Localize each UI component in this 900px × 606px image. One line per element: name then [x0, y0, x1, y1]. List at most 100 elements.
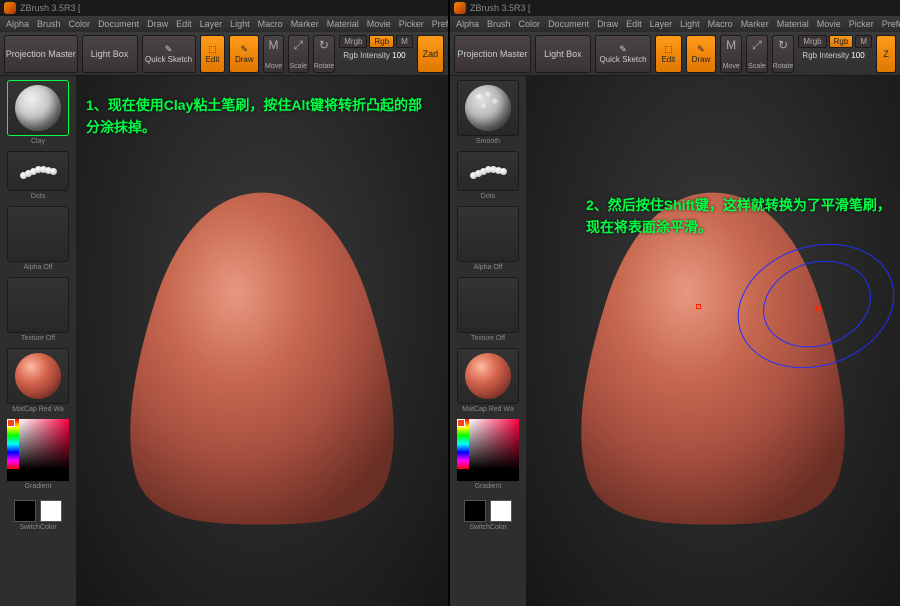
quick-sketch-button[interactable]: ✎ Quick Sketch [142, 35, 196, 73]
matcap-red-icon [465, 353, 511, 399]
menu-alpha[interactable]: Alpha [6, 19, 29, 29]
rgb-mode-group: Mrgb Rgb M Rgb Intensity 100 [798, 35, 872, 73]
switchcolor-label[interactable]: SwitchColor [19, 524, 56, 531]
z-button[interactable]: Z [876, 35, 896, 73]
rotate-button[interactable]: ↻ Rotate [313, 35, 336, 73]
gradient-label[interactable]: Gradient [475, 483, 502, 490]
projection-master-button[interactable]: Projection Master [454, 35, 531, 73]
menu-macro[interactable]: Macro [258, 19, 283, 29]
draw-button[interactable]: ✎ Draw [229, 35, 259, 73]
menu-movie[interactable]: Movie [817, 19, 841, 29]
dots-stroke-icon [13, 161, 63, 181]
menu-light[interactable]: Light [680, 19, 700, 29]
rgb-mode-group: Mrgb Rgb M Rgb Intensity 100 [339, 35, 413, 73]
brush-slot[interactable] [7, 80, 69, 136]
menu-movie[interactable]: Movie [367, 19, 391, 29]
texture-slot[interactable] [457, 277, 519, 333]
menu-preferences[interactable]: Preferences [432, 19, 448, 29]
brush-label: Smooth [476, 138, 500, 145]
mrgb-button[interactable]: Mrgb [339, 35, 367, 48]
pencil-icon: ✎ [165, 44, 173, 55]
menu-material[interactable]: Material [777, 19, 809, 29]
rgb-intensity-label[interactable]: Rgb Intensity 100 [339, 50, 413, 61]
menu-alpha[interactable]: Alpha [456, 19, 479, 29]
switchcolor-label[interactable]: SwitchColor [469, 524, 506, 531]
menu-draw[interactable]: Draw [597, 19, 618, 29]
texture-label: Texture Off [471, 335, 505, 342]
swatch-row [457, 500, 519, 522]
swatch-black[interactable] [14, 500, 36, 522]
menu-draw[interactable]: Draw [147, 19, 168, 29]
menu-edit[interactable]: Edit [176, 19, 192, 29]
edit-button[interactable]: ⬚ Edit [200, 35, 226, 73]
move-button[interactable]: M Move [263, 35, 284, 73]
rgb-button[interactable]: Rgb [829, 35, 854, 48]
draw-button[interactable]: ✎ Draw [686, 35, 717, 73]
scale-button[interactable]: ⤢ Scale [288, 35, 309, 73]
annotation-step2: 2、然后按住Shift键，这样就转换为了平滑笔刷，现在将表面涂平滑。 [586, 194, 900, 239]
menu-marker[interactable]: Marker [741, 19, 769, 29]
color-picker[interactable] [7, 419, 69, 481]
stroke-slot[interactable] [457, 151, 519, 191]
menu-layer[interactable]: Layer [650, 19, 673, 29]
m-button[interactable]: M [855, 35, 872, 48]
scale-icon: ⤢ [293, 38, 303, 53]
menu-document[interactable]: Document [548, 19, 589, 29]
menu-color[interactable]: Color [519, 19, 541, 29]
symmetry-marker [696, 304, 701, 309]
swatch-white[interactable] [40, 500, 62, 522]
rgb-intensity-label[interactable]: Rgb Intensity 100 [798, 50, 872, 61]
stroke-label: Dots [31, 193, 45, 200]
scale-button[interactable]: ⤢ Scale [746, 35, 768, 73]
viewport[interactable]: 2、然后按住Shift键，这样就转换为了平滑笔刷，现在将表面涂平滑。 [526, 76, 900, 606]
annotation-step1: 1、现在使用Clay粘土笔刷，按住Alt键将转折凸起的部分涂抹掉。 [86, 94, 436, 139]
menu-color[interactable]: Color [69, 19, 91, 29]
menu-marker[interactable]: Marker [291, 19, 319, 29]
rotate-button[interactable]: ↻ Rotate [772, 35, 795, 73]
menu-brush[interactable]: Brush [37, 19, 61, 29]
color-picker[interactable] [457, 419, 519, 481]
menu-picker[interactable]: Picker [399, 19, 424, 29]
menu-document[interactable]: Document [98, 19, 139, 29]
projection-master-button[interactable]: Projection Master [4, 35, 78, 73]
edit-button[interactable]: ⬚ Edit [655, 35, 681, 73]
menu-material[interactable]: Material [327, 19, 359, 29]
gradient-label[interactable]: Gradient [25, 483, 52, 490]
viewport[interactable]: 1、现在使用Clay粘土笔刷，按住Alt键将转折凸起的部分涂抹掉。 [76, 76, 448, 606]
rgb-button[interactable]: Rgb [369, 35, 394, 48]
material-slot[interactable] [7, 348, 69, 404]
alpha-slot[interactable] [7, 206, 69, 262]
menu-picker[interactable]: Picker [849, 19, 874, 29]
swatch-white[interactable] [490, 500, 512, 522]
current-color-swatch [457, 419, 465, 427]
m-button[interactable]: M [396, 35, 413, 48]
stroke-slot[interactable] [7, 151, 69, 191]
swatch-black[interactable] [464, 500, 486, 522]
alpha-label: Alpha Off [23, 264, 52, 271]
menu-macro[interactable]: Macro [708, 19, 733, 29]
right-pane: ZBrush 3.5R3 [ Alpha Brush Color Documen… [450, 0, 900, 606]
material-slot[interactable] [457, 348, 519, 404]
menu-light[interactable]: Light [230, 19, 250, 29]
sculpt-mesh[interactable] [122, 185, 402, 525]
menu-layer[interactable]: Layer [200, 19, 223, 29]
alpha-label: Alpha Off [473, 264, 502, 271]
menu-edit[interactable]: Edit [626, 19, 642, 29]
toolbar: Projection Master Light Box ✎ Quick Sket… [450, 32, 900, 76]
brush-center-marker [816, 306, 821, 311]
app-title: ZBrush 3.5R3 [ [470, 3, 531, 13]
texture-slot[interactable] [7, 277, 69, 333]
light-box-button[interactable]: Light Box [535, 35, 591, 73]
alpha-slot[interactable] [457, 206, 519, 262]
sv-square[interactable] [469, 419, 519, 469]
quick-sketch-button[interactable]: ✎ Quick Sketch [595, 35, 651, 73]
menu-brush[interactable]: Brush [487, 19, 511, 29]
zadd-button[interactable]: Zad [417, 35, 444, 73]
move-button[interactable]: M Move [720, 35, 742, 73]
light-box-button[interactable]: Light Box [82, 35, 138, 73]
sv-square[interactable] [19, 419, 69, 469]
menu-preferences[interactable]: Preferences [882, 19, 900, 29]
toolbar: Projection Master Light Box ✎ Quick Sket… [0, 32, 448, 76]
mrgb-button[interactable]: Mrgb [798, 35, 826, 48]
brush-slot[interactable] [457, 80, 519, 136]
